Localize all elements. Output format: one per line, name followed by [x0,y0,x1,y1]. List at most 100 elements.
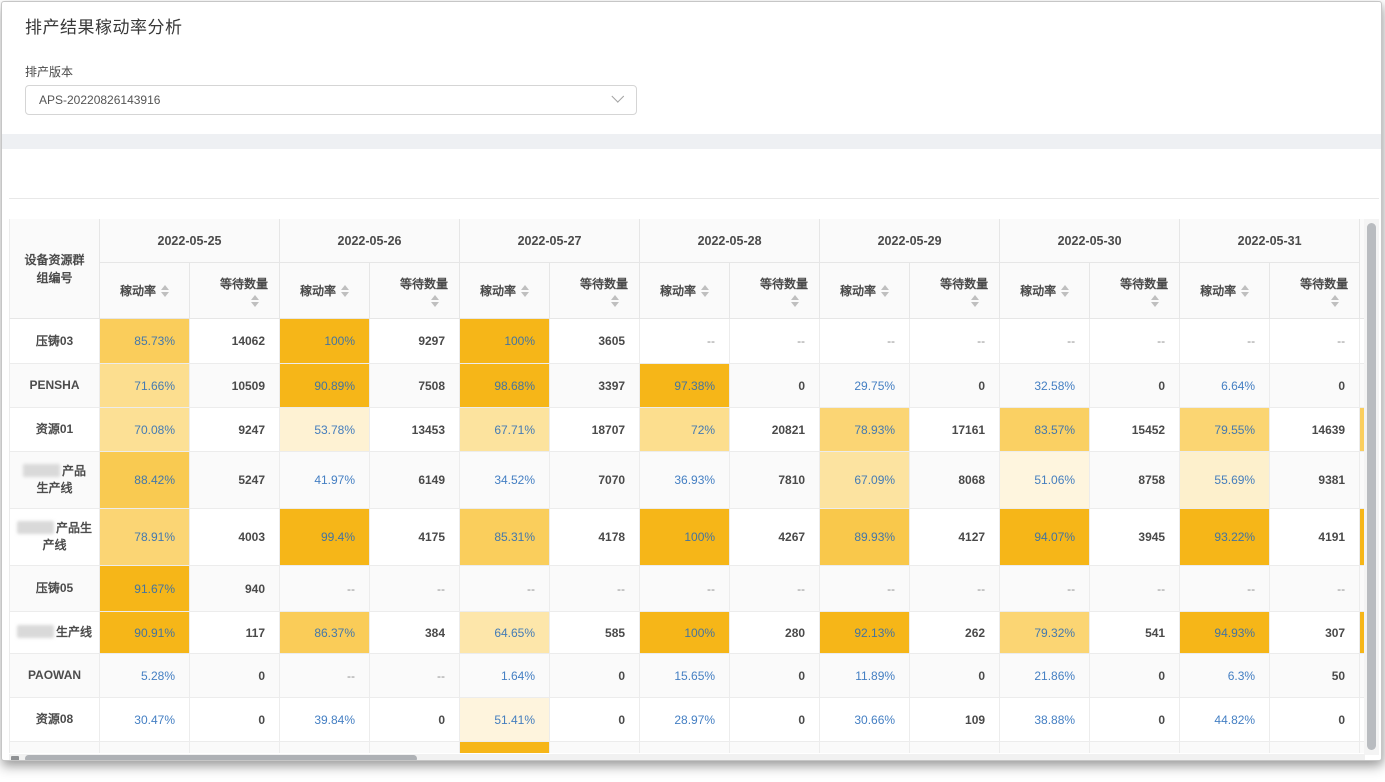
sort-icon[interactable] [1241,285,1249,297]
sort-icon[interactable] [521,285,529,297]
sort-icon[interactable] [251,295,259,307]
wait-column-header[interactable]: 等待数量 [730,263,820,319]
wait-cell: 14639 [1270,408,1360,452]
sort-icon[interactable] [791,295,799,307]
sort-icon[interactable] [431,295,439,307]
rate-cell: 6.3% [1180,654,1270,698]
rate-cell: 29.75% [820,364,910,408]
sort-icon[interactable] [1061,285,1069,297]
row-label: 生产线 [9,612,100,654]
wait-header-label: 等待数量 [220,275,268,292]
date-header: 2022-05-29 [820,219,1000,263]
rate-cell: -- [1180,319,1270,364]
wait-cell: 17161 [910,408,1000,452]
caret-up-icon [1061,285,1069,290]
rate-cell [100,742,190,753]
wait-cell: 940 [190,566,280,612]
table-scroll-area[interactable]: 设备资源群 组编号2022-05-252022-05-262022-05-272… [9,219,1365,754]
rate-cell: 85.73% [100,319,190,364]
wait-header-label: 等待数量 [940,275,988,292]
wait-cell: 4191 [1270,509,1360,566]
caret-down-icon [701,292,709,297]
wait-column-header[interactable]: 等待数量 [550,263,640,319]
horizontal-scrollbar-nub[interactable] [11,756,19,761]
wait-cell [550,742,640,753]
sort-icon[interactable] [881,285,889,297]
wait-cell: 8758 [1090,452,1180,509]
rate-cell: 78.91% [100,509,190,566]
caret-up-icon [881,285,889,290]
wait-header-label: 等待数量 [760,275,808,292]
sort-icon[interactable] [161,285,169,297]
rate-cell: 100% [460,319,550,364]
rate-cell: 36.93% [640,452,730,509]
sort-icon[interactable] [701,285,709,297]
vertical-scrollbar-thumb[interactable] [1367,223,1376,750]
horizontal-scrollbar-thumb[interactable] [25,755,417,761]
wait-column-header[interactable]: 等待数量 [1090,263,1180,319]
rate-cell: 30.47% [100,698,190,742]
wait-cell: 5247 [190,452,280,509]
sort-icon[interactable] [971,295,979,307]
rate-header-label: 稼动率 [840,282,876,299]
wait-column-header[interactable]: 等待数量 [190,263,280,319]
caret-down-icon [1331,302,1339,307]
redacted-label-overlay [17,521,54,534]
version-select[interactable]: APS-20220826143916 [25,85,637,115]
vertical-scrollbar[interactable] [1364,219,1379,755]
sort-icon[interactable] [1151,295,1159,307]
caret-down-icon [791,302,799,307]
rate-cell: 94.93% [1180,612,1270,654]
rate-cell: 5.28% [100,654,190,698]
wait-cell: 9297 [370,319,460,364]
version-select-value: APS-20220826143916 [39,93,160,107]
wait-cell [1090,742,1180,753]
wait-cell [910,742,1000,753]
rate-cell: 94.07% [1000,509,1090,566]
wait-cell: 50 [1270,654,1360,698]
caret-up-icon [1331,295,1339,300]
rate-column-header[interactable]: 稼动率 [460,263,550,319]
rate-column-header[interactable]: 稼动率 [1180,263,1270,319]
table-row: PENSHA71.66%1050990.89%750898.68%339797.… [9,364,1365,408]
rate-column-header[interactable]: 稼动率 [280,263,370,319]
row-label: 产品生 产线 [9,509,100,566]
wait-cell: 0 [1270,364,1360,408]
sort-icon[interactable] [341,285,349,297]
row-label: 压铸03 [9,319,100,364]
rate-column-header[interactable]: 稼动率 [100,263,190,319]
sort-icon[interactable] [1331,295,1339,307]
wait-cell: 0 [1270,698,1360,742]
row-label [9,742,100,753]
date-header: 2022-05-30 [1000,219,1180,263]
wait-column-header[interactable]: 等待数量 [910,263,1000,319]
rate-column-header[interactable]: 稼动率 [820,263,910,319]
caret-down-icon [971,302,979,307]
table-row: 生产线90.91%11786.37%38464.65%585100%28092.… [9,612,1365,654]
rate-column-header[interactable]: 稼动率 [640,263,730,319]
wait-cell: -- [370,654,460,698]
rate-cell: 21.86% [1000,654,1090,698]
wait-column-header[interactable]: 等待数量 [370,263,460,319]
wait-column-header[interactable]: 等待数量 [1270,263,1360,319]
rate-cell: 15.65% [640,654,730,698]
row-label: 产品 生产线 [9,452,100,509]
rate-cell: 34.52% [460,452,550,509]
horizontal-scrollbar[interactable] [9,754,1365,761]
wait-cell: 15452 [1090,408,1180,452]
rate-cell: 79.32% [1000,612,1090,654]
wait-cell: 0 [190,654,280,698]
rate-cell: 100% [280,319,370,364]
rate-cell [1000,742,1090,753]
partial-table-row [9,742,1365,753]
sort-icon[interactable] [611,295,619,307]
rate-cell: -- [820,566,910,612]
caret-down-icon [1061,292,1069,297]
redacted-label-overlay [17,625,54,638]
wait-cell: -- [1270,566,1360,612]
rate-cell: 38.88% [1000,698,1090,742]
wait-cell: 384 [370,612,460,654]
rate-column-header[interactable]: 稼动率 [1000,263,1090,319]
chevron-down-icon [611,90,624,103]
caret-down-icon [251,302,259,307]
